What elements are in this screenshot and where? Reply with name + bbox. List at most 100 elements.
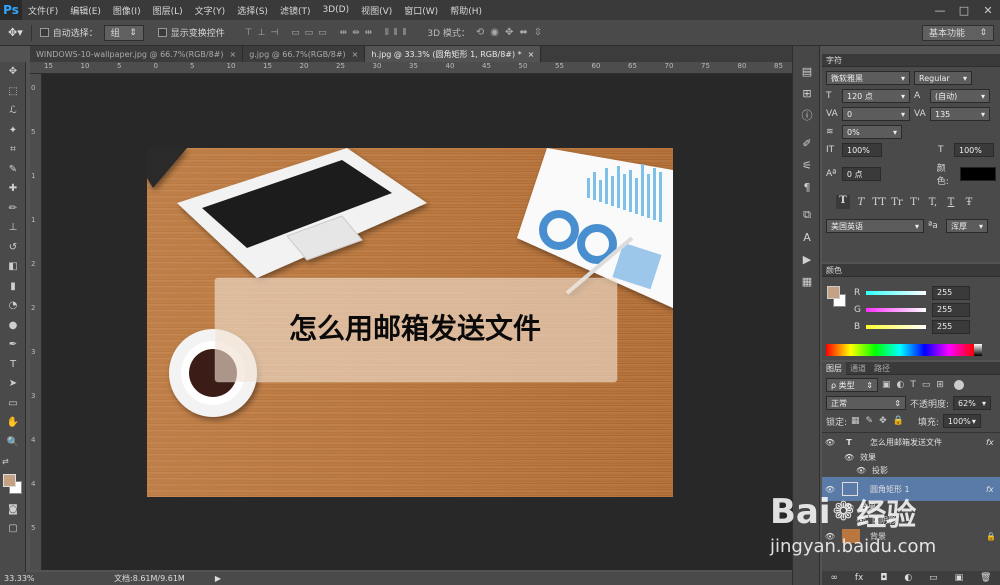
blur-tool-icon[interactable]: ◔ [0, 296, 26, 316]
new-group-icon[interactable]: ▭ [929, 573, 938, 583]
blend-mode-select[interactable]: 正常 ⇕ [826, 396, 906, 410]
menu-help[interactable]: 帮助(H) [444, 4, 488, 17]
color-spectrum[interactable] [826, 344, 974, 356]
healing-tool-icon[interactable]: ✚ [0, 179, 26, 199]
pen-tool-icon[interactable]: ✒ [0, 335, 26, 355]
baseline-field[interactable]: 0 点 [841, 167, 882, 181]
close-button[interactable]: ✕ [976, 0, 1000, 20]
color-swatches[interactable] [0, 472, 26, 500]
dodge-tool-icon[interactable]: ● [0, 316, 26, 336]
doc-tab-1[interactable]: WINDOWS-10-wallpaper.jpg @ 66.7%(RGB/8#)… [30, 46, 244, 62]
menu-view[interactable]: 视图(V) [355, 4, 398, 17]
restore-button[interactable]: □ [952, 0, 976, 20]
green-channel-slider[interactable] [866, 307, 926, 312]
zoom-level[interactable]: 33.33% [4, 574, 54, 583]
headline-text[interactable]: 怎么用邮箱发送文件 [289, 312, 541, 345]
menu-3d[interactable]: 3D(D) [316, 5, 355, 15]
shape-tool-icon[interactable]: ▭ [0, 394, 26, 414]
hand-tool-icon[interactable]: ✋ [0, 413, 26, 433]
menu-window[interactable]: 窗口(W) [398, 4, 444, 17]
history-panel-icon[interactable]: ▤ [793, 60, 821, 82]
font-family-select[interactable]: 微软雅黑 ▾ [826, 71, 910, 85]
kerning-field[interactable]: 0 ▾ [842, 107, 910, 121]
paragraph-panel-icon[interactable]: ¶ [793, 176, 821, 198]
faux-italic-button[interactable]: T [854, 197, 868, 208]
menu-type[interactable]: 文字(Y) [189, 4, 232, 17]
lasso-tool-icon[interactable]: ℒ [0, 101, 26, 121]
red-channel-slider[interactable] [866, 290, 926, 295]
red-channel-field[interactable]: 255 [932, 285, 970, 300]
add-style-icon[interactable]: fx [855, 573, 864, 583]
spectrum-bw[interactable] [974, 344, 982, 356]
doc-tab-3[interactable]: h.jpg @ 33.3% (圆角矩形 1, RGB/8#) * × [365, 46, 542, 62]
doc-tab-2[interactable]: g.jpg @ 66.7%(RGB/8#) × [243, 46, 366, 62]
align-icons[interactable]: ⊤⊥⊣ ▭▭▭ ⇹⇹⇹ ⫴⫴⫴ [245, 28, 412, 38]
canvas-area[interactable]: 怎么用邮箱发送文件 [42, 74, 792, 570]
screen-mode-icon[interactable]: ▢ [0, 519, 26, 539]
minimize-button[interactable]: — [928, 0, 952, 20]
foreground-swatch[interactable] [3, 473, 16, 487]
opacity-field[interactable]: 62% ▾ [953, 396, 992, 410]
new-layer-icon[interactable]: ▣ [955, 573, 964, 583]
font-size-field[interactable]: 120 点 ▾ [842, 89, 910, 103]
zoom-tool-icon[interactable]: 🔍 [0, 433, 26, 453]
brush-panel-icon[interactable]: ✐ [793, 132, 821, 154]
actions-panel-icon[interactable]: ▶ [793, 248, 821, 270]
small-caps-button[interactable]: Tr [890, 197, 904, 208]
eraser-tool-icon[interactable]: ◧ [0, 257, 26, 277]
move-tool-icon[interactable]: ✥▾ [8, 26, 23, 39]
auto-select-checkbox[interactable] [39, 28, 49, 37]
layer-filter-toggle[interactable] [953, 380, 964, 390]
tracking-field[interactable]: 135 ▾ [930, 107, 990, 121]
visibility-eye-icon[interactable]: 👁 [822, 438, 838, 447]
adjust-panel-icon[interactable]: ⚟ [793, 154, 821, 176]
clone-source-icon[interactable]: ⧉ [793, 204, 821, 226]
link-layers-icon[interactable]: ∞ [830, 573, 838, 583]
blue-channel-slider[interactable] [866, 324, 926, 329]
vertical-scale-field[interactable]: 100% [842, 143, 882, 157]
properties-panel-icon[interactable]: ⊞ [793, 82, 821, 104]
adjustment-layer-icon[interactable]: ◐ [904, 573, 912, 583]
menu-layer[interactable]: 图层(L) [147, 4, 189, 17]
leading-field[interactable]: (自动) ▾ [930, 89, 990, 103]
anti-alias-select[interactable]: 浑厚 ▾ [946, 219, 988, 233]
all-caps-button[interactable]: TT [872, 197, 886, 208]
tab-layers[interactable]: 图层 [822, 361, 846, 375]
superscript-button[interactable]: T' [908, 197, 922, 208]
effects-row[interactable]: 👁 效果 [822, 451, 1000, 464]
language-select[interactable]: 美国英语 ▾ [826, 219, 924, 233]
type-tool-icon[interactable]: T [0, 355, 26, 375]
menu-file[interactable]: 文件(F) [22, 4, 64, 17]
3d-mode-icons[interactable]: ⟲◉✥⬌⇳ [476, 27, 548, 38]
tab-channels[interactable]: 通道 [846, 363, 870, 374]
swatches-panel-icon[interactable]: ▦ [793, 270, 821, 292]
auto-select-dropdown[interactable]: 组 ⇕ [103, 24, 144, 41]
status-menu-arrow[interactable]: ▶ [215, 574, 221, 583]
marquee-tool-icon[interactable]: ⬚ [0, 82, 26, 102]
move-tool-icon[interactable]: ✥ [0, 62, 26, 82]
character-style-icon[interactable]: A [793, 226, 821, 248]
layer-row-text[interactable]: 👁 T 怎么用邮箱发送文件 fx [822, 433, 1000, 451]
menu-filter[interactable]: 滤镜(T) [274, 4, 317, 17]
strikethrough-button[interactable]: Ŧ [962, 197, 976, 208]
tsume-field[interactable]: 0% ▾ [842, 125, 902, 139]
path-select-icon[interactable]: ➤ [0, 374, 26, 394]
menu-edit[interactable]: 编辑(E) [64, 4, 107, 17]
brush-tool-icon[interactable]: ✏ [0, 199, 26, 219]
eyedropper-tool-icon[interactable]: ✎ [0, 160, 26, 180]
fill-field[interactable]: 100% ▾ [942, 414, 981, 428]
subscript-button[interactable]: T, [926, 197, 940, 208]
lock-icons[interactable]: ▦✎✥🔒 [851, 416, 910, 426]
text-color-swatch[interactable] [960, 167, 996, 181]
layer-filter-icons[interactable]: ▣◐T▭⊞ [882, 380, 950, 390]
visibility-eye-icon[interactable]: 👁 [856, 466, 872, 475]
menu-select[interactable]: 选择(S) [231, 4, 274, 17]
quick-mask-icon[interactable]: ◙ [0, 500, 26, 520]
add-mask-icon[interactable]: ◘ [880, 573, 887, 583]
magic-wand-tool-icon[interactable]: ✦ [0, 121, 26, 141]
workspace-dropdown[interactable]: 基本功能 ⇕ [922, 24, 994, 41]
blue-channel-field[interactable]: 255 [932, 319, 970, 334]
history-brush-icon[interactable]: ↺ [0, 238, 26, 258]
stamp-tool-icon[interactable]: ⊥ [0, 218, 26, 238]
drop-shadow-row[interactable]: 👁 投影 [822, 464, 1000, 477]
